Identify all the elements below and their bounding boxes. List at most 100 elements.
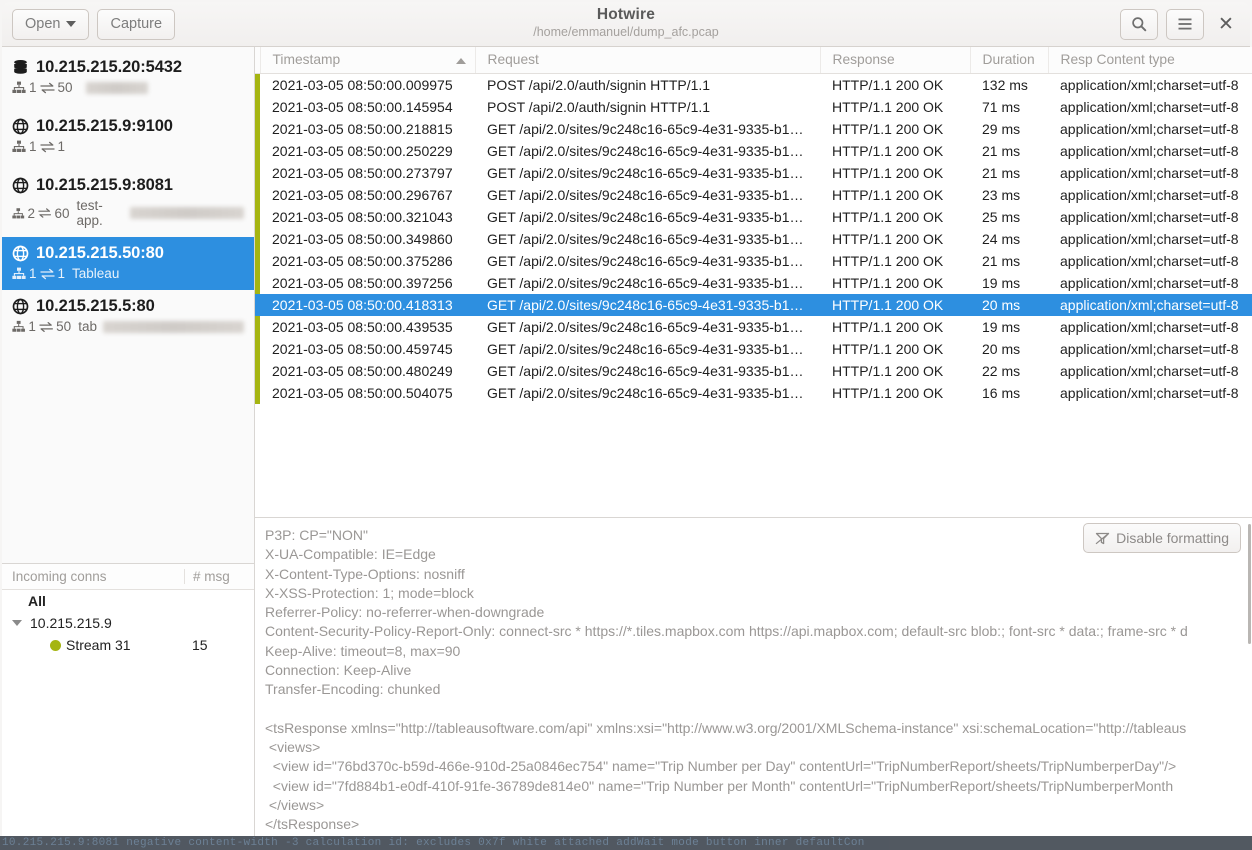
column-header-request[interactable]: Request — [475, 47, 821, 74]
cell-content-type: application/xml;charset=utf-8 — [1060, 121, 1239, 137]
cell-response: HTTP/1.1 200 OK — [832, 99, 944, 115]
table-row[interactable]: 2021-03-05 08:50:00.375286 GET /api/2.0/s… — [255, 250, 1252, 272]
cell-request: GET /api/2.0/sites/9c248c16-65c9-4e31-93… — [475, 294, 820, 316]
cell-timestamp: 2021-03-05 08:50:00.145954 — [272, 99, 453, 115]
search-icon — [1132, 17, 1147, 32]
table-row[interactable]: 2021-03-05 08:50:00.439535 GET /api/2.0/s… — [255, 316, 1252, 338]
capture-button[interactable]: Capture — [97, 8, 176, 40]
main-body: 10.215.215.20:5432 1 50 10.215.215.9:9100 1 1… — [2, 47, 1252, 836]
network-icon — [12, 320, 25, 332]
cell-response: HTTP/1.1 200 OK — [832, 77, 944, 93]
connection-item[interactable]: 10.215.215.50:80 1 1 Tableau — [2, 237, 254, 290]
incoming-conns-header-label: Incoming conns — [12, 569, 107, 584]
connection-host: 10.215.215.9:9100 — [36, 117, 173, 135]
menu-button[interactable] — [1166, 8, 1204, 40]
globe-icon — [12, 177, 29, 194]
cell-request: GET /api/2.0/sites/9c248c16-65c9-4e31-93… — [487, 143, 804, 159]
cell-request: GET /api/2.0/sites/9c248c16-65c9-4e31-93… — [487, 165, 804, 181]
connection-item[interactable]: 10.215.215.9:8081 2 60 test-app. — [2, 169, 254, 237]
redacted-text — [85, 81, 148, 94]
cell-timestamp: 2021-03-05 08:50:00.009975 — [272, 77, 453, 93]
table-row[interactable]: 2021-03-05 08:50:00.273797 GET /api/2.0/s… — [255, 162, 1252, 184]
table-row[interactable]: 2021-03-05 08:50:00.296767 GET /api/2.0/s… — [255, 184, 1252, 206]
cell-content-type: application/xml;charset=utf-8 — [1060, 275, 1239, 291]
incoming-row-count: 15 — [192, 637, 208, 653]
table-row[interactable]: 2021-03-05 08:50:00.459745 GET /api/2.0/s… — [255, 338, 1252, 360]
cell-request: GET /api/2.0/sites/9c248c16-65c9-4e31-93… — [487, 187, 804, 203]
table-row[interactable]: 2021-03-05 08:50:00.418313 GET /api/2.0/s… — [255, 294, 1252, 316]
exchange-icon — [39, 82, 55, 93]
detail-scrollbar-thumb[interactable] — [1248, 524, 1251, 644]
cell-content-type: application/xml;charset=utf-8 — [1060, 363, 1239, 379]
chevron-down-icon — [66, 21, 77, 27]
cell-response: HTTP/1.1 200 OK — [832, 187, 944, 203]
cell-response: HTTP/1.1 200 OK — [832, 385, 944, 401]
redacted-text — [129, 207, 245, 219]
incoming-row[interactable]: All — [2, 590, 254, 612]
cell-duration: 19 ms — [982, 319, 1021, 335]
table-row[interactable]: 2021-03-05 08:50:00.349860 GET /api/2.0/s… — [255, 228, 1252, 250]
globe-icon — [12, 245, 29, 262]
incoming-row-label: Stream 31 — [66, 637, 131, 653]
hotwire-window: Open Capture Hotwire /home/emmanuel/dump… — [0, 0, 1252, 850]
exchange-icon — [39, 268, 55, 279]
incoming-row[interactable]: Stream 31 15 — [2, 634, 254, 656]
close-button[interactable]: ✕ — [1212, 10, 1240, 38]
cell-response: HTTP/1.1 200 OK — [832, 121, 944, 137]
requests-table: Timestamp Request Response Duration Resp Con… — [255, 47, 1252, 404]
cell-content-type: application/xml;charset=utf-8 — [1060, 187, 1239, 203]
message-count: 60 — [54, 205, 70, 221]
detail-pane: Disable formatting P3P: CP="NON" X-UA-Co… — [255, 518, 1252, 836]
cell-content-type: application/xml;charset=utf-8 — [1060, 231, 1239, 247]
table-row[interactable]: 2021-03-05 08:50:00.009975 POST /api/2.0/… — [255, 73, 1252, 96]
connection-title-row: 10.215.215.50:80 — [12, 244, 244, 263]
cell-response: HTTP/1.1 200 OK — [832, 209, 944, 225]
cell-duration: 22 ms — [982, 363, 1021, 379]
cell-content-type: application/xml;charset=utf-8 — [1048, 294, 1252, 316]
cell-timestamp: 2021-03-05 08:50:00.321043 — [272, 209, 453, 225]
table-row[interactable]: 2021-03-05 08:50:00.145954 POST /api/2.0/… — [255, 96, 1252, 118]
column-header-timestamp[interactable]: Timestamp — [260, 47, 476, 74]
expander-triangle-icon[interactable] — [12, 620, 22, 626]
incoming-row[interactable]: 10.215.215.9 — [2, 612, 254, 634]
connection-item[interactable]: 10.215.215.9:9100 1 1 — [2, 110, 254, 163]
detail-scrollbar[interactable] — [1248, 518, 1252, 836]
sidebar: 10.215.215.20:5432 1 50 10.215.215.9:9100 1 1… — [2, 47, 255, 836]
cell-timestamp: 2021-03-05 08:50:00.273797 — [272, 165, 453, 181]
table-row[interactable]: 2021-03-05 08:50:00.397256 GET /api/2.0/s… — [255, 272, 1252, 294]
connection-stats-row: 1 50 tab — [12, 319, 244, 334]
titlebar-right-buttons: ✕ — [1120, 8, 1240, 40]
cell-response: HTTP/1.1 200 OK — [832, 319, 944, 335]
table-row[interactable]: 2021-03-05 08:50:00.218815 GET /api/2.0/s… — [255, 118, 1252, 140]
cell-timestamp: 2021-03-05 08:50:00.504075 — [272, 385, 453, 401]
desktop-background-strip: 10.215.215.9:8081 negative content-width… — [0, 836, 1252, 850]
table-body[interactable]: 2021-03-05 08:50:00.009975 POST /api/2.0/… — [255, 73, 1252, 404]
connection-item[interactable]: 10.215.215.5:80 1 50 tab — [2, 290, 254, 343]
open-button-label: Open — [25, 16, 61, 32]
open-button[interactable]: Open — [12, 8, 90, 40]
cell-timestamp: 2021-03-05 08:50:00.439535 — [272, 319, 453, 335]
table-row[interactable]: 2021-03-05 08:50:00.321043 GET /api/2.0/s… — [255, 206, 1252, 228]
connection-item[interactable]: 10.215.215.20:5432 1 50 — [2, 51, 254, 104]
incoming-tree[interactable]: All 10.215.215.9 Stream 31 15 — [2, 590, 254, 656]
cell-duration: 20 ms — [982, 341, 1021, 357]
connection-count: 1 — [28, 319, 36, 334]
connection-host: 10.215.215.5:80 — [36, 297, 155, 315]
cell-duration: 23 ms — [982, 187, 1021, 203]
column-header-content_type[interactable]: Resp Content type — [1048, 47, 1252, 74]
disable-formatting-label: Disable formatting — [1116, 530, 1229, 546]
search-button[interactable] — [1120, 8, 1158, 40]
incoming-connections-panel: Incoming conns # msg All 10.215.215.9 Stre… — [2, 563, 254, 836]
cell-timestamp: 2021-03-05 08:50:00.296767 — [272, 187, 453, 203]
connection-list[interactable]: 10.215.215.20:5432 1 50 10.215.215.9:9100 1 1… — [2, 47, 254, 563]
cell-timestamp: 2021-03-05 08:50:00.418313 — [260, 294, 475, 316]
table-row[interactable]: 2021-03-05 08:50:00.250229 GET /api/2.0/s… — [255, 140, 1252, 162]
table-row[interactable]: 2021-03-05 08:50:00.504075 GET /api/2.0/s… — [255, 382, 1252, 404]
cell-content-type: application/xml;charset=utf-8 — [1060, 385, 1239, 401]
column-header-duration[interactable]: Duration — [970, 47, 1049, 74]
message-count: 1 — [57, 266, 66, 281]
column-header-response[interactable]: Response — [820, 47, 971, 74]
disable-formatting-button[interactable]: Disable formatting — [1083, 523, 1241, 553]
table-row[interactable]: 2021-03-05 08:50:00.480249 GET /api/2.0/s… — [255, 360, 1252, 382]
cell-request: POST /api/2.0/auth/signin HTTP/1.1 — [487, 77, 711, 93]
